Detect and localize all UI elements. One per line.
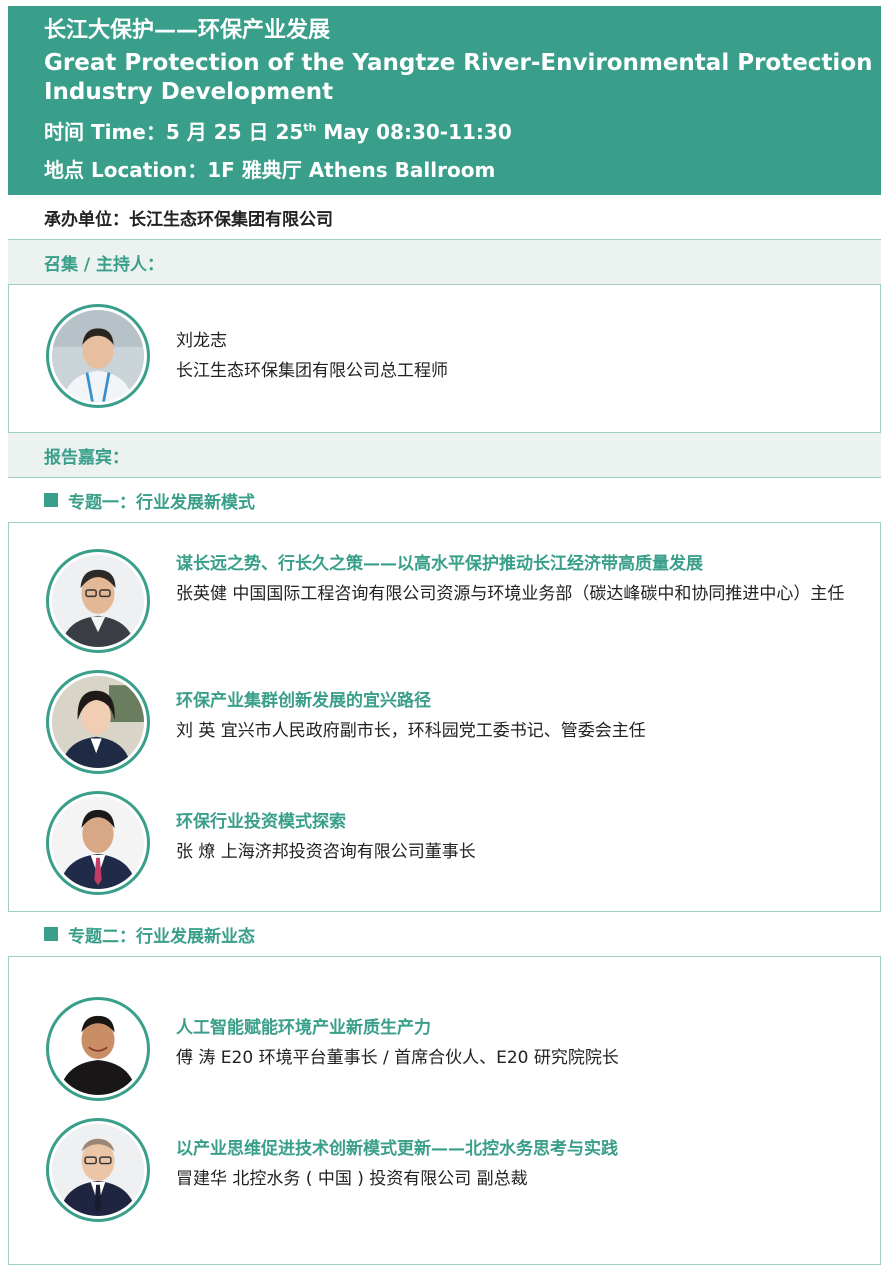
speaker-info: 人工智能赋能环境产业新质生产力 傅 涛 E20 环境平台董事长 / 首席合伙人、… [176, 1013, 866, 1073]
avatar [46, 1118, 150, 1222]
session-time: 时间 Time：5 月 25 日 25th May 08:30-11:30 [44, 113, 881, 147]
speaker-photo [52, 1124, 144, 1216]
host-info: 刘龙志 长江生态环保集团有限公司总工程师 [176, 326, 866, 386]
avatar [46, 670, 150, 774]
talk-title: 人工智能赋能环境产业新质生产力 [176, 1018, 431, 1038]
speaker-info: 环保产业集群创新发展的宜兴路径 刘 英 宜兴市人民政府副市长，环科园党工委书记、… [176, 686, 866, 746]
session-header: 长江大保护——环保产业发展 Great Protection of the Ya… [8, 6, 881, 195]
speaker-card: 环保产业集群创新发展的宜兴路径 刘 英 宜兴市人民政府副市长，环科园党工委书记、… [46, 670, 866, 774]
talk-title: 环保产业集群创新发展的宜兴路径 [176, 691, 431, 711]
speaker-details: 张 燎 上海济邦投资咨询有限公司董事长 [176, 842, 476, 862]
topic1-row: 专题一：行业发展新模式 [8, 478, 881, 523]
session-time-tail: May 08:30-11:30 [316, 120, 512, 144]
speaker-photo [52, 676, 144, 768]
speaker-card: 以产业思维促进技术创新模式更新——北控水务思考与实践 冒建华 北控水务 ( 中国… [46, 1118, 866, 1222]
speaker-card: 人工智能赋能环境产业新质生产力 傅 涛 E20 环境平台董事长 / 首席合伙人、… [46, 997, 866, 1101]
organizer-text: 承办单位：长江生态环保集团有限公司 [44, 209, 333, 230]
speakers-label-row: 报告嘉宾： [8, 433, 881, 478]
session-time-sup: th [303, 121, 317, 134]
speaker-info: 以产业思维促进技术创新模式更新——北控水务思考与实践 冒建华 北控水务 ( 中国… [176, 1134, 866, 1194]
square-bullet-icon [44, 493, 58, 507]
talk-title: 以产业思维促进技术创新模式更新——北控水务思考与实践 [176, 1139, 618, 1159]
host-label: 召集 / 主持人： [44, 254, 165, 275]
topic1-label: 专题一：行业发展新模式 [68, 492, 255, 513]
host-name: 刘龙志 [176, 331, 227, 351]
session-location: 地点 Location：1F 雅典厅 Athens Ballroom [44, 158, 496, 182]
talk-title: 环保行业投资模式探索 [176, 812, 346, 832]
topic2-label: 专题二：行业发展新业态 [68, 926, 255, 947]
host-photo [52, 310, 144, 402]
session-title-en: Great Protection of the Yangtze River-En… [44, 50, 873, 105]
session-time-main: 时间 Time：5 月 25 日 25 [44, 120, 304, 144]
host-card: 刘龙志 长江生态环保集团有限公司总工程师 [46, 304, 866, 408]
avatar [46, 997, 150, 1101]
avatar [46, 549, 150, 653]
topic2-row: 专题二：行业发展新业态 [8, 912, 881, 957]
speaker-card: 环保行业投资模式探索 张 燎 上海济邦投资咨询有限公司董事长 [46, 791, 866, 895]
speaker-details: 冒建华 北控水务 ( 中国 ) 投资有限公司 副总裁 [176, 1169, 528, 1189]
square-bullet-icon [44, 927, 58, 941]
topic1-block: 谋长远之势、行长久之策——以高水平保护推动长江经济带高质量发展 张英健 中国国际… [8, 523, 881, 912]
speaker-info: 环保行业投资模式探索 张 燎 上海济邦投资咨询有限公司董事长 [176, 807, 866, 867]
avatar [46, 304, 150, 408]
speaker-photo [52, 555, 144, 647]
avatar [46, 791, 150, 895]
speaker-info: 谋长远之势、行长久之策——以高水平保护推动长江经济带高质量发展 张英健 中国国际… [176, 549, 866, 609]
host-role: 长江生态环保集团有限公司总工程师 [176, 361, 448, 381]
speaker-details: 张英健 中国国际工程咨询有限公司资源与环境业务部（碳达峰碳中和协同推进中心）主任 [176, 584, 845, 604]
session-title-cn: 长江大保护——环保产业发展 [44, 18, 331, 43]
organizer-row: 承办单位：长江生态环保集团有限公司 [8, 195, 881, 240]
host-block: 刘龙志 长江生态环保集团有限公司总工程师 [8, 285, 881, 433]
speaker-details: 傅 涛 E20 环境平台董事长 / 首席合伙人、E20 研究院院长 [176, 1048, 619, 1068]
speaker-photo [52, 797, 144, 889]
speaker-card: 谋长远之势、行长久之策——以高水平保护推动长江经济带高质量发展 张英健 中国国际… [46, 549, 866, 653]
host-label-row: 召集 / 主持人： [8, 240, 881, 285]
talk-title: 谋长远之势、行长久之策——以高水平保护推动长江经济带高质量发展 [176, 554, 703, 574]
speaker-details: 刘 英 宜兴市人民政府副市长，环科园党工委书记、管委会主任 [176, 721, 646, 741]
speakers-label: 报告嘉宾： [44, 447, 129, 468]
speaker-photo [52, 1003, 144, 1095]
topic2-block: 人工智能赋能环境产业新质生产力 傅 涛 E20 环境平台董事长 / 首席合伙人、… [8, 957, 881, 1265]
